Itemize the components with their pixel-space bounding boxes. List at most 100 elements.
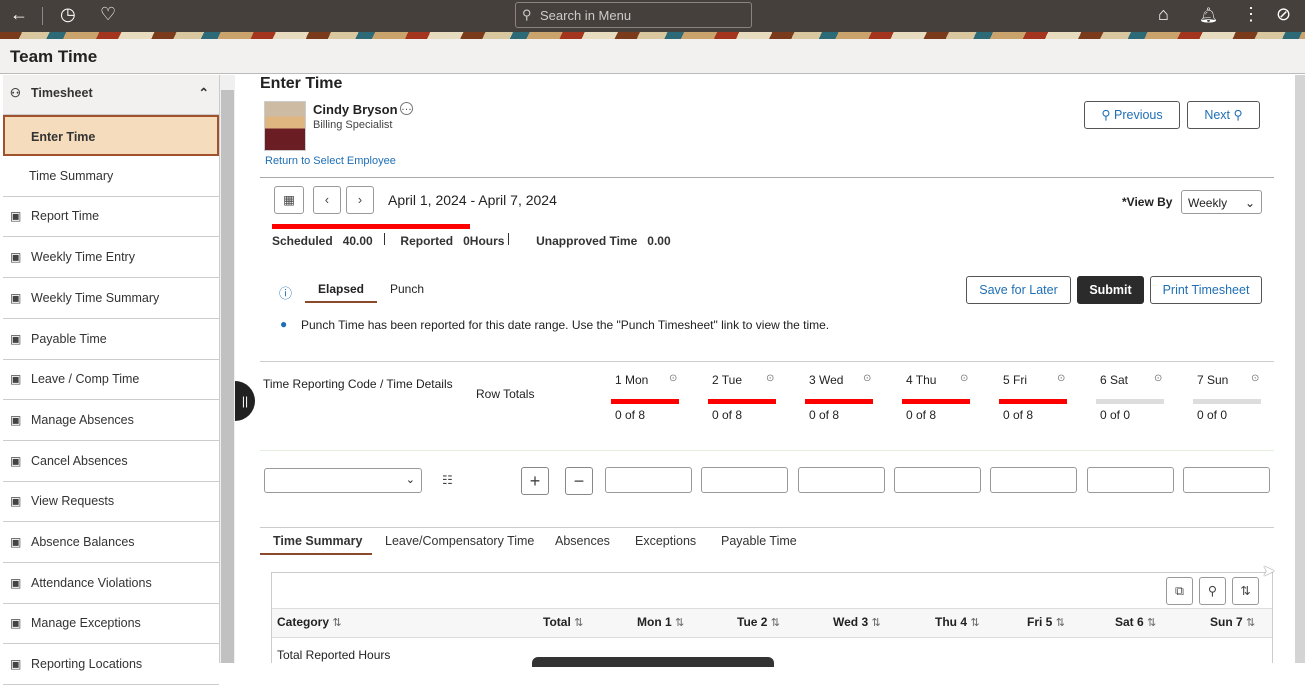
return-link[interactable]: Return to Select Employee	[265, 155, 396, 167]
more-options-icon[interactable]: ⊙	[1057, 373, 1065, 384]
sidebar-item-label: Time Summary	[29, 168, 114, 183]
sidebar-item[interactable]: ▣ Weekly Time Entry	[3, 237, 219, 279]
sidebar-item[interactable]: Time Summary	[3, 156, 219, 197]
column-header[interactable]: Category ⇅	[277, 615, 342, 629]
trc-select[interactable]: ⌄	[264, 468, 422, 493]
bottom-tab[interactable]: Exceptions	[635, 534, 696, 548]
day-hours-input[interactable]	[605, 467, 692, 493]
more-options-icon[interactable]: ⊙	[863, 373, 871, 384]
column-header[interactable]: Wed 3 ⇅	[833, 615, 881, 629]
next-week-button[interactable]: ›	[346, 186, 374, 214]
sidebar-item[interactable]: ▣ Weekly Time Summary	[3, 278, 219, 319]
sidebar-item[interactable]: ▣ Attendance Violations	[3, 563, 219, 604]
calendar-button[interactable]: ▦	[274, 186, 304, 214]
prev-week-button[interactable]: ‹	[313, 186, 341, 214]
day-hours-input[interactable]	[797, 467, 885, 493]
banner	[0, 32, 1305, 39]
sidebar-item[interactable]: ▣ Manage Absences	[3, 400, 219, 441]
day-column-header: 7 Sun ⊙ 0 of 0	[1193, 373, 1267, 422]
column-header[interactable]: Fri 5 ⇅	[1027, 615, 1065, 629]
tab-punch[interactable]: Punch	[390, 282, 424, 296]
sidebar-item[interactable]: ▣ View Requests	[3, 481, 219, 523]
details-list-icon[interactable]: ☷	[442, 473, 453, 487]
more-options-icon[interactable]: ⊙	[766, 373, 774, 384]
scheduled-value: 40.00	[342, 234, 373, 248]
row-totals-header: Row Totals	[476, 387, 535, 401]
day-label: 6 Sat	[1100, 373, 1129, 387]
sidebar-item[interactable]: ▣ Reporting Locations	[3, 644, 219, 685]
column-header[interactable]: Thu 4 ⇅	[935, 615, 980, 629]
search-input[interactable]: ⚲ Search in Menu	[515, 2, 752, 28]
more-options-icon[interactable]: ⊙	[1251, 373, 1259, 384]
sort-icon: ⇅	[1246, 617, 1256, 629]
sidebar-item[interactable]: ▣ Absence Balances	[3, 522, 219, 563]
notification-bell-icon[interactable]: 🔔︎	[1199, 6, 1218, 24]
column-header[interactable]: Sat 6 ⇅	[1115, 615, 1156, 629]
submit-button[interactable]: Submit	[1077, 276, 1144, 304]
minus-icon: −	[573, 471, 585, 491]
remove-row-button[interactable]: −	[565, 467, 593, 495]
more-options-icon[interactable]: ⊙	[1154, 373, 1162, 384]
search-icon: ⚲	[522, 7, 532, 22]
column-header[interactable]: Total ⇅	[543, 615, 583, 629]
page-scrollbar[interactable]	[1295, 75, 1305, 663]
sort-button[interactable]: ⇅	[1232, 577, 1259, 605]
sidebar-scrollbar[interactable]	[220, 75, 235, 663]
bottom-tab[interactable]: Absences	[555, 534, 610, 548]
day-hours-input[interactable]	[990, 467, 1078, 493]
bottom-tab[interactable]: Payable Time	[721, 534, 797, 548]
bottom-tab[interactable]: Leave/Compensatory Time	[385, 534, 534, 548]
print-timesheet-button[interactable]: Print Timesheet	[1150, 276, 1262, 304]
export-excel-button[interactable]: ⧉	[1166, 577, 1193, 605]
add-row-button[interactable]: +	[521, 467, 549, 495]
day-hours-input[interactable]	[893, 467, 981, 493]
favorites-heart-icon[interactable]: ♡	[100, 4, 116, 25]
employee-actions-icon[interactable]: …	[400, 102, 413, 115]
column-header[interactable]: Tue 2 ⇅	[737, 615, 780, 629]
find-button[interactable]: ⚲	[1199, 577, 1226, 605]
sidebar-item[interactable]: ▣ Leave / Comp Time	[3, 359, 219, 401]
sidebar-item[interactable]: ▣ Report Time	[3, 196, 219, 238]
scale-icon: ▣	[10, 535, 22, 549]
day-hours-of: 0 of 8	[615, 408, 646, 422]
recent-clock-icon[interactable]: ◷	[60, 4, 76, 25]
page-title: Team Time	[10, 47, 98, 66]
sidebar-item[interactable]: ▣ Cancel Absences	[3, 441, 219, 482]
more-vertical-icon[interactable]: ⋮	[1242, 4, 1260, 25]
next-button[interactable]: Next ⚲	[1187, 101, 1260, 129]
bottom-tab[interactable]: Time Summary	[273, 534, 362, 548]
sidebar-item-label: Leave / Comp Time	[31, 372, 140, 387]
view-by-select[interactable]: Weekly ⌄	[1181, 190, 1262, 214]
day-label: 3 Wed	[809, 373, 844, 387]
chevron-left-icon: ‹	[324, 193, 330, 207]
day-hours-bar	[1096, 399, 1164, 404]
sidebar-item[interactable]: Enter Time	[3, 115, 219, 156]
back-icon[interactable]: ←	[10, 4, 28, 25]
column-header-label: Wed 3	[833, 615, 869, 629]
day-hours-input[interactable]	[701, 467, 789, 493]
summary-line: Scheduled 40.00 Reported 0Hours Unapprov…	[272, 233, 671, 248]
column-header[interactable]: Sun 7 ⇅	[1210, 615, 1255, 629]
previous-button[interactable]: ⚲ Previous	[1084, 101, 1180, 129]
clock-icon: ▣	[10, 250, 22, 265]
sidebar-item[interactable]: ▣ Payable Time	[3, 319, 219, 360]
sidebar-section-timesheet[interactable]: ⚇ Timesheet ⌃	[3, 75, 219, 115]
day-hours-input[interactable]	[1182, 467, 1270, 493]
more-options-icon[interactable]: ⊙	[960, 373, 968, 384]
navbar-compass-icon[interactable]: ⊘	[1276, 4, 1291, 25]
tab-elapsed[interactable]: Elapsed	[305, 282, 377, 303]
sidebar-item[interactable]: ▣ Manage Exceptions	[3, 603, 219, 645]
collapse-handle[interactable]: ||	[235, 381, 255, 421]
more-options-icon[interactable]: ⊙	[669, 373, 677, 384]
sidebar-item-label: Enter Time	[31, 130, 96, 144]
day-label: 1 Mon	[615, 373, 649, 387]
save-for-later-button[interactable]: Save for Later	[966, 276, 1071, 304]
view-by-label: *View By	[1122, 195, 1173, 209]
day-hours-input[interactable]	[1086, 467, 1174, 493]
home-icon[interactable]: ⌂	[1158, 4, 1169, 25]
column-header[interactable]: Mon 1 ⇅	[637, 615, 684, 629]
sidebar-item-label: View Requests	[31, 494, 115, 509]
info-icon[interactable]: ⓘ	[279, 283, 292, 302]
previous-label: Previous	[1114, 108, 1163, 122]
sort-icon: ⇅	[1240, 584, 1251, 598]
